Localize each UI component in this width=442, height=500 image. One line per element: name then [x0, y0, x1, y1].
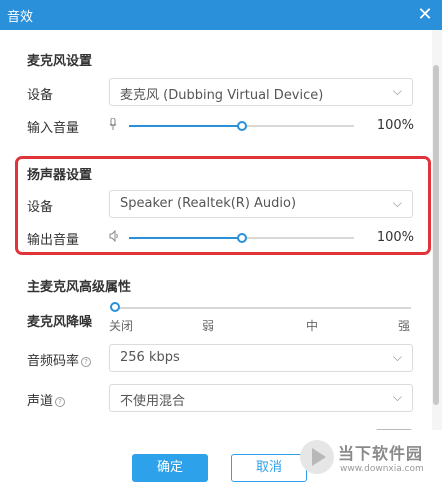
mic-volume-thumb[interactable]	[237, 121, 247, 131]
noise-reduction-thumb[interactable]	[110, 302, 120, 312]
mic-volume-value: 100%	[376, 118, 414, 133]
window-title: 音效	[7, 10, 34, 25]
speaker-volume-track[interactable]	[129, 233, 354, 243]
mic-section-title: 麦克风设置	[27, 54, 93, 69]
mic-device-label: 设备	[27, 88, 54, 103]
channel-select[interactable]: 不使用混合 ⌵	[109, 384, 413, 412]
bitrate-value: 256 kbps	[120, 350, 180, 365]
mic-advanced-section-title: 主麦克风高级属性	[27, 280, 132, 295]
close-icon[interactable]: ✕	[414, 4, 436, 26]
channel-value: 不使用混合	[120, 394, 186, 409]
ok-button[interactable]: 确定	[132, 454, 208, 482]
chevron-down-icon: ⌵	[392, 350, 402, 364]
noise-tick-off[interactable]: 关闭	[109, 317, 133, 334]
mic-volume-fill	[129, 125, 242, 127]
channel-label: 声道?	[27, 390, 66, 409]
speaker-volume-thumb[interactable]	[237, 233, 247, 243]
help-icon[interactable]: ?	[55, 397, 66, 407]
title-bar: 音效 ✕	[0, 0, 442, 30]
speaker-icon	[109, 229, 119, 245]
noise-reduction-track[interactable]	[115, 307, 411, 309]
mic-volume-slider[interactable]: 100%	[109, 117, 414, 134]
speaker-volume-fill	[129, 237, 242, 239]
bitrate-label: 音频码率?	[27, 350, 92, 369]
speaker-device-select[interactable]: Speaker (Realtek(R) Audio) ⌵	[109, 190, 413, 218]
noise-reduction-label: 麦克风降噪	[27, 315, 93, 330]
mic-volume-track[interactable]	[129, 121, 354, 131]
speaker-section-title: 扬声器设置	[27, 168, 93, 183]
chevron-down-icon: ⌵	[392, 84, 402, 98]
channel-label-text: 声道	[27, 394, 54, 409]
mic-device-select[interactable]: 麦克风 (Dubbing Virtual Device) ⌵	[109, 78, 413, 106]
help-icon[interactable]: ?	[81, 357, 92, 367]
speaker-volume-value: 100%	[376, 230, 414, 245]
noise-tick-weak[interactable]: 弱	[202, 317, 214, 334]
microphone-icon	[109, 117, 117, 133]
dialog-footer: 确定 取消 当下软件园 www.downxia.com	[0, 430, 442, 500]
noise-tick-strong[interactable]: 强	[398, 317, 410, 334]
chevron-down-icon: ⌵	[392, 390, 402, 404]
bitrate-label-text: 音频码率	[27, 354, 80, 369]
bitrate-select[interactable]: 256 kbps ⌵	[109, 344, 413, 372]
speaker-device-value: Speaker (Realtek(R) Audio)	[120, 196, 297, 211]
watermark-play-icon	[312, 448, 326, 466]
settings-content: 麦克风设置 设备 麦克风 (Dubbing Virtual Device) ⌵ …	[0, 30, 432, 430]
speaker-device-label: 设备	[27, 200, 54, 215]
speaker-volume-slider[interactable]: 100%	[109, 229, 414, 246]
speaker-volume-label: 输出音量	[27, 233, 80, 248]
mic-device-value: 麦克风 (Dubbing Virtual Device)	[120, 88, 324, 103]
watermark-url: www.downxia.com	[340, 464, 424, 474]
watermark-title: 当下软件园	[338, 444, 424, 463]
noise-tick-medium[interactable]: 中	[306, 317, 318, 334]
mic-volume-label: 输入音量	[27, 121, 80, 136]
chevron-down-icon: ⌵	[392, 196, 402, 210]
scrollbar-thumb[interactable]	[433, 65, 439, 405]
cancel-button[interactable]: 取消	[231, 454, 307, 482]
